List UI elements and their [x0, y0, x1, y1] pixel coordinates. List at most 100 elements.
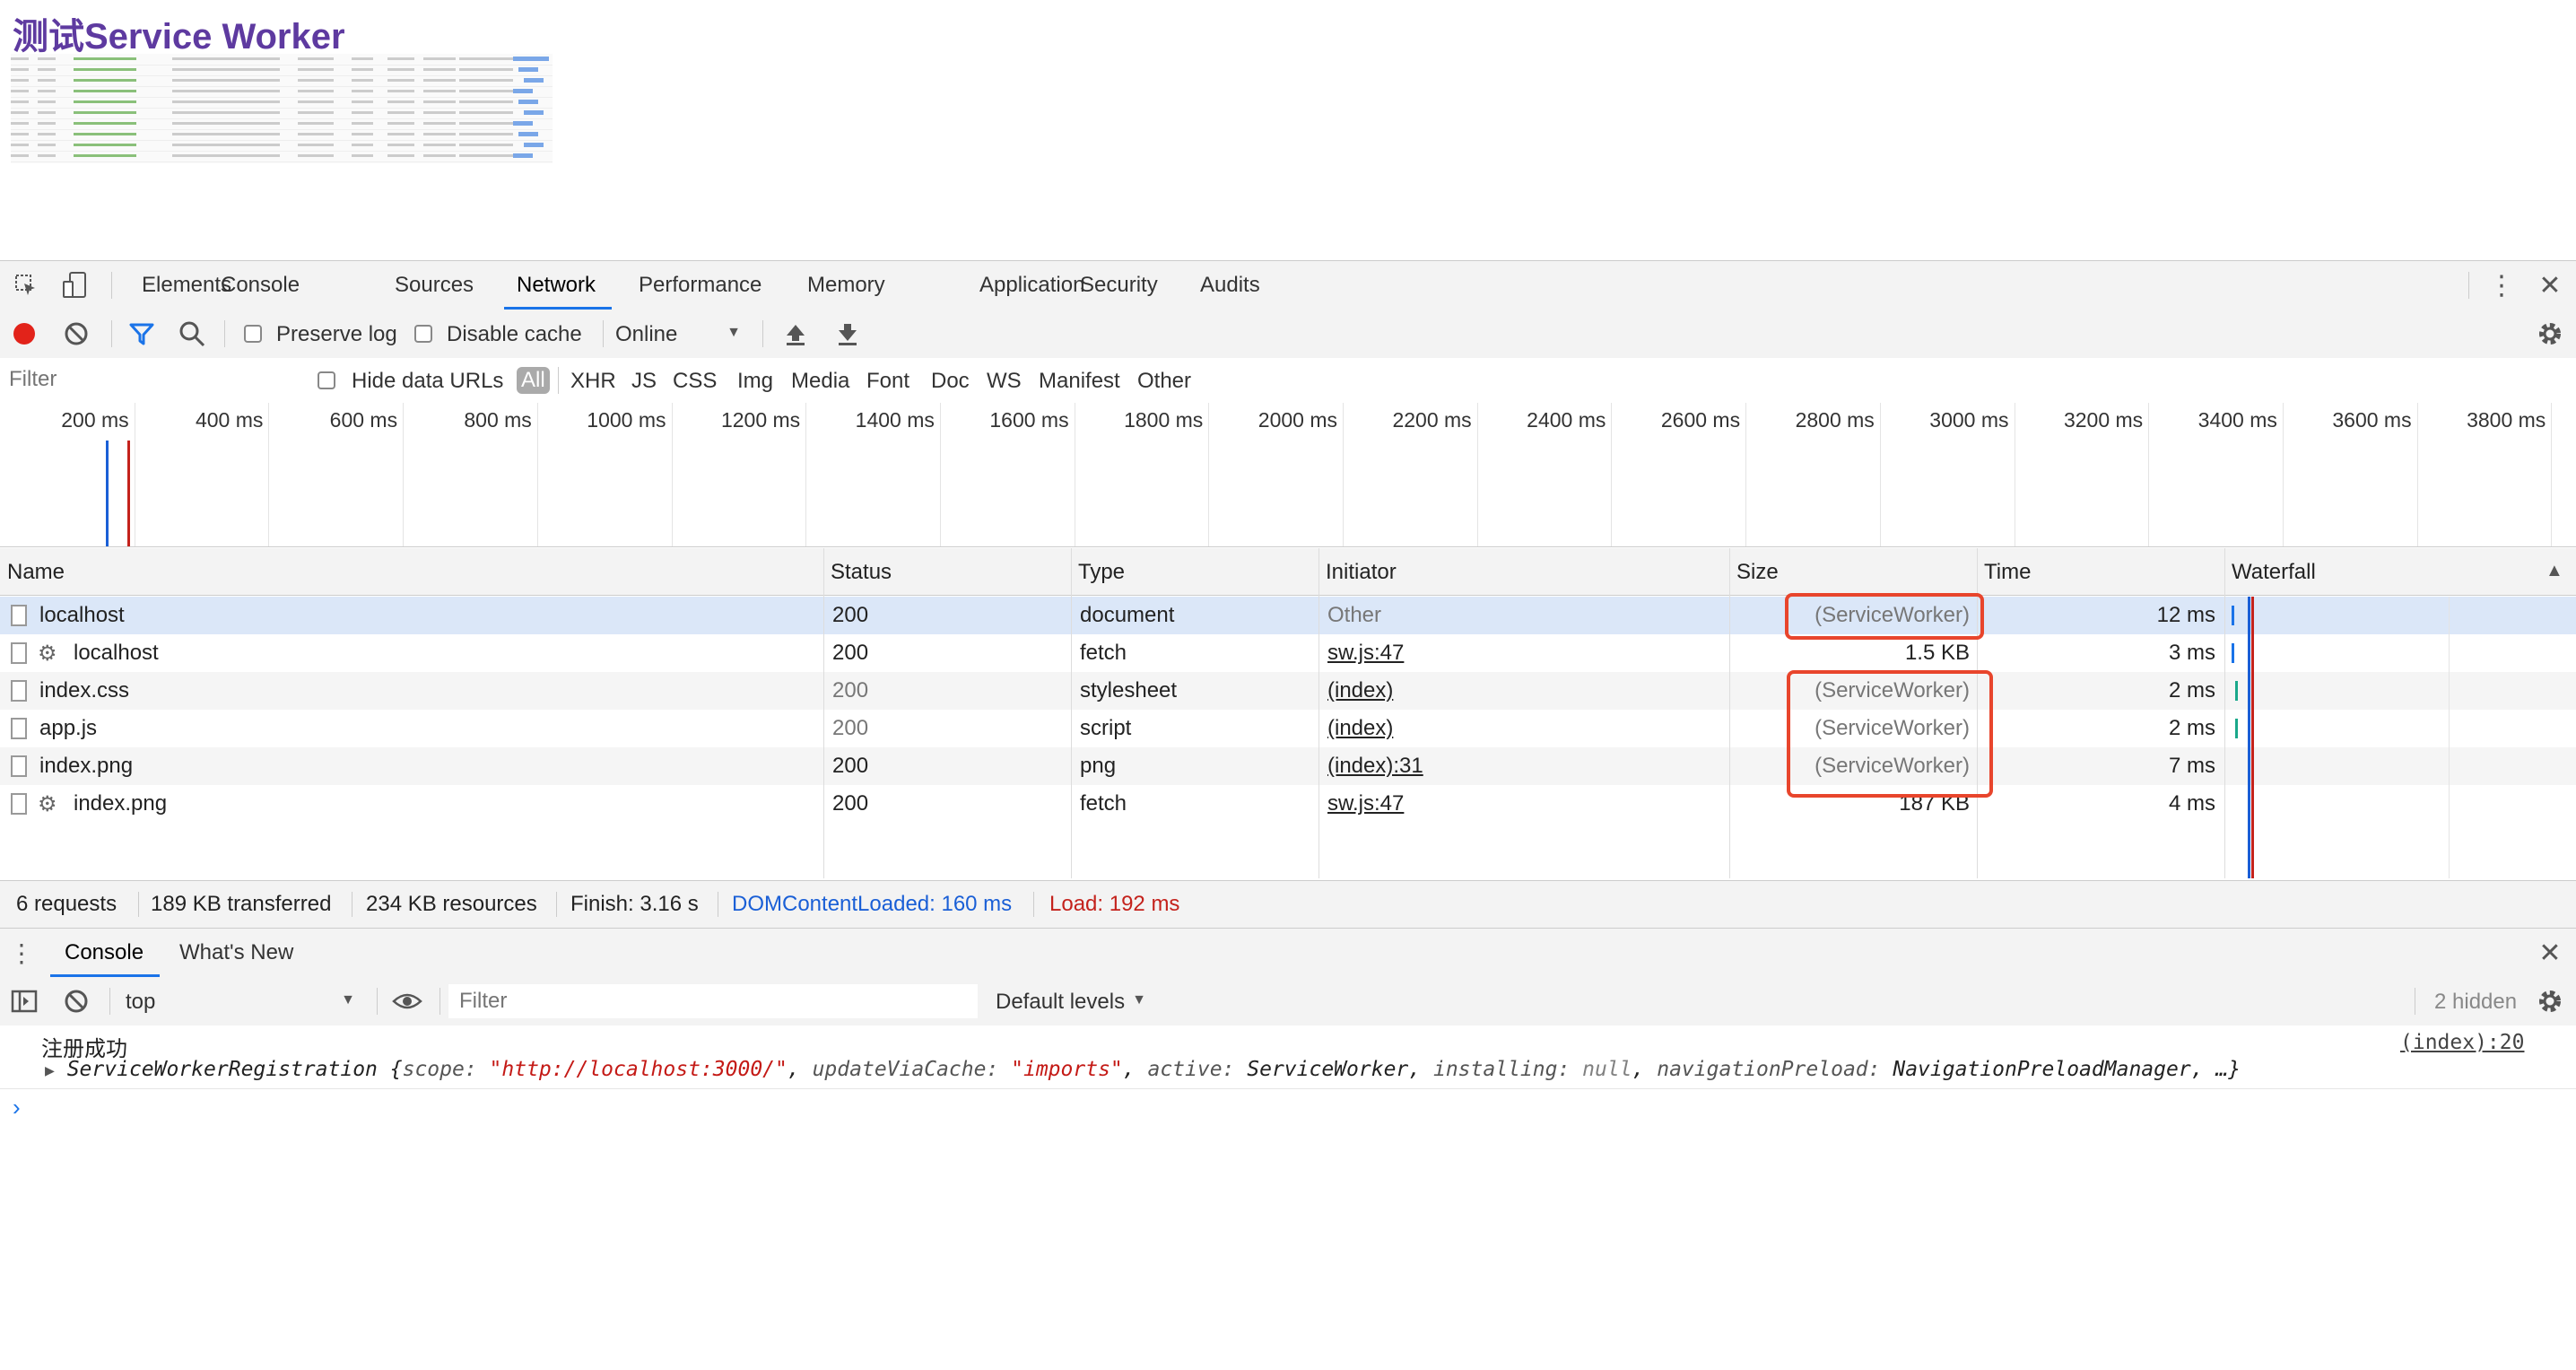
import-har-icon[interactable] [782, 320, 809, 347]
timeline-gridline [1879, 403, 1881, 546]
table-row[interactable]: app.js 200 script (index) (ServiceWorker) 2 m… [0, 710, 2576, 747]
tab-elements[interactable]: Elements [142, 261, 231, 310]
export-har-icon[interactable] [834, 320, 861, 347]
column-header-initiator[interactable]: Initiator [1318, 548, 1729, 595]
tab-memory[interactable]: Memory [807, 261, 885, 310]
tab-performance[interactable]: Performance [639, 261, 761, 310]
column-header-name[interactable]: Name [0, 548, 823, 595]
request-name: index.png [39, 754, 134, 778]
search-icon[interactable] [178, 320, 206, 347]
console-messages: 注册成功 (index):20 ▶ ServiceWorkerRegistrat… [0, 1025, 2576, 1370]
close-drawer-icon[interactable]: ✕ [2535, 938, 2565, 968]
timeline-gridline [268, 403, 270, 546]
tab-audits[interactable]: Audits [1200, 261, 1260, 310]
column-header-status[interactable]: Status [823, 548, 1071, 595]
timeline-gridline [2282, 403, 2284, 546]
request-name: index.css [39, 678, 130, 702]
device-toolbar-icon[interactable] [59, 270, 90, 301]
filter-input[interactable] [4, 365, 307, 394]
log-levels-select[interactable]: Default levels [996, 990, 1125, 1015]
timeline-tick-label: 1200 ms [720, 408, 801, 432]
console-object-line[interactable]: ▶ ServiceWorkerRegistration {scope: "htt… [45, 1058, 2241, 1081]
clear-icon[interactable] [63, 320, 90, 347]
clear-console-icon[interactable] [63, 988, 90, 1015]
tab-console[interactable]: Console [221, 261, 300, 310]
timeline-tick-label: 2400 ms [1527, 408, 1606, 432]
timeline-gridline [939, 403, 941, 546]
drawer-menu-icon[interactable]: ⋮ [9, 939, 34, 967]
hide-data-urls-checkbox[interactable] [318, 371, 335, 389]
filter-icon[interactable] [127, 320, 156, 347]
timeline-tick-label: 2000 ms [1258, 408, 1337, 432]
timeline-gridline [671, 403, 673, 546]
console-source-link[interactable]: (index):20 [2400, 1031, 2524, 1054]
timeline-tick-label: 1800 ms [1124, 408, 1204, 432]
type-filter-css[interactable]: CSS [673, 369, 717, 394]
timeline-overview[interactable]: 200 ms 400 ms 600 ms 800 ms 1000 ms 1200 ms 14… [0, 403, 2576, 547]
table-row[interactable]: index.png 200 png (index):31 (ServiceWorker)… [0, 747, 2576, 785]
type-filter-xhr[interactable]: XHR [570, 369, 616, 394]
console-settings-gear-icon[interactable] [2535, 986, 2565, 1017]
throttling-select[interactable]: Online [615, 322, 677, 347]
show-sidebar-icon[interactable] [11, 988, 38, 1015]
request-status: 200 [832, 754, 869, 778]
type-filter-other[interactable]: Other [1137, 369, 1191, 394]
devtools-tab-bar: Elements Console Sources Network Performance… [0, 261, 2576, 310]
drawer-tab-what-s-new[interactable]: What's New [179, 929, 293, 977]
summary-bar: 6 requests 189 KB transferred 234 KB res… [0, 880, 2576, 929]
request-initiator[interactable]: sw.js:47 [1327, 785, 1404, 823]
column-header-time[interactable]: Time [1977, 548, 2224, 595]
timeline-tick-label: 1400 ms [855, 408, 935, 432]
sort-ascending-icon[interactable]: ▲ [2546, 561, 2563, 581]
table-row[interactable]: ⚙ localhost 200 fetch sw.js:47 1.5 KB 3 ms [0, 634, 2576, 672]
live-expression-eye-icon[interactable] [391, 988, 423, 1015]
type-filter-media[interactable]: Media [791, 369, 849, 394]
type-filter-doc[interactable]: Doc [931, 369, 970, 394]
settings-gear-icon[interactable] [2535, 319, 2565, 349]
request-size: 1.5 KB [1904, 641, 1970, 665]
type-filter-all[interactable]: All [517, 367, 550, 394]
request-initiator[interactable]: (index) [1327, 672, 1393, 710]
request-time: 2 ms [2168, 678, 2215, 702]
context-select[interactable]: top [126, 990, 155, 1015]
type-filter-ws[interactable]: WS [987, 369, 1022, 394]
type-filter-js[interactable]: JS [631, 369, 657, 394]
close-devtools-icon[interactable]: ✕ [2535, 270, 2565, 301]
tab-network[interactable]: Network [517, 261, 596, 310]
request-initiator[interactable]: (index) [1327, 710, 1393, 747]
request-type: stylesheet [1080, 678, 1178, 702]
preserve-log-checkbox[interactable] [244, 325, 262, 343]
drawer-tab-console[interactable]: Console [65, 929, 144, 977]
timeline-gridline [2551, 403, 2553, 546]
table-row[interactable]: ⚙ index.png 200 fetch sw.js:47 187 KB 4 ms [0, 785, 2576, 823]
column-header-waterfall[interactable]: Waterfall [2224, 548, 2576, 595]
inspect-element-icon[interactable] [13, 272, 39, 299]
expand-triangle-icon[interactable]: ▶ [45, 1061, 55, 1080]
tab-application[interactable]: Application [979, 261, 1084, 310]
file-icon [11, 755, 27, 777]
file-icon [11, 642, 27, 664]
table-header: Name Status Type Initiator Size Time Waterfall… [0, 548, 2576, 596]
column-header-size[interactable]: Size [1729, 548, 1977, 595]
console-prompt-icon[interactable]: › [13, 1094, 21, 1121]
type-filter-manifest[interactable]: Manifest [1039, 369, 1120, 394]
tab-security[interactable]: Security [1080, 261, 1158, 310]
table-row[interactable]: localhost 200 document Other (ServiceWorker)… [0, 597, 2576, 634]
dom-content-loaded-marker [105, 441, 109, 546]
timeline-tick-label: 1000 ms [587, 408, 666, 432]
type-filter-font[interactable]: Font [866, 369, 909, 394]
service-worker-gear-icon: ⚙ [38, 641, 57, 666]
timeline-gridline [2148, 403, 2150, 546]
request-status: 200 [832, 716, 869, 740]
console-filter-input[interactable] [448, 984, 978, 1018]
request-initiator[interactable]: sw.js:47 [1327, 634, 1404, 672]
more-options-icon[interactable]: ⋮ [2488, 270, 2515, 301]
type-filter-img[interactable]: Img [737, 369, 773, 394]
disable-cache-checkbox[interactable] [414, 325, 432, 343]
request-initiator[interactable]: (index):31 [1327, 747, 1423, 785]
column-header-type[interactable]: Type [1071, 548, 1318, 595]
table-row[interactable]: index.css 200 stylesheet (index) (ServiceWor… [0, 672, 2576, 710]
tab-sources[interactable]: Sources [395, 261, 474, 310]
record-icon[interactable] [11, 320, 38, 347]
page-thumbnail-image [11, 54, 553, 163]
